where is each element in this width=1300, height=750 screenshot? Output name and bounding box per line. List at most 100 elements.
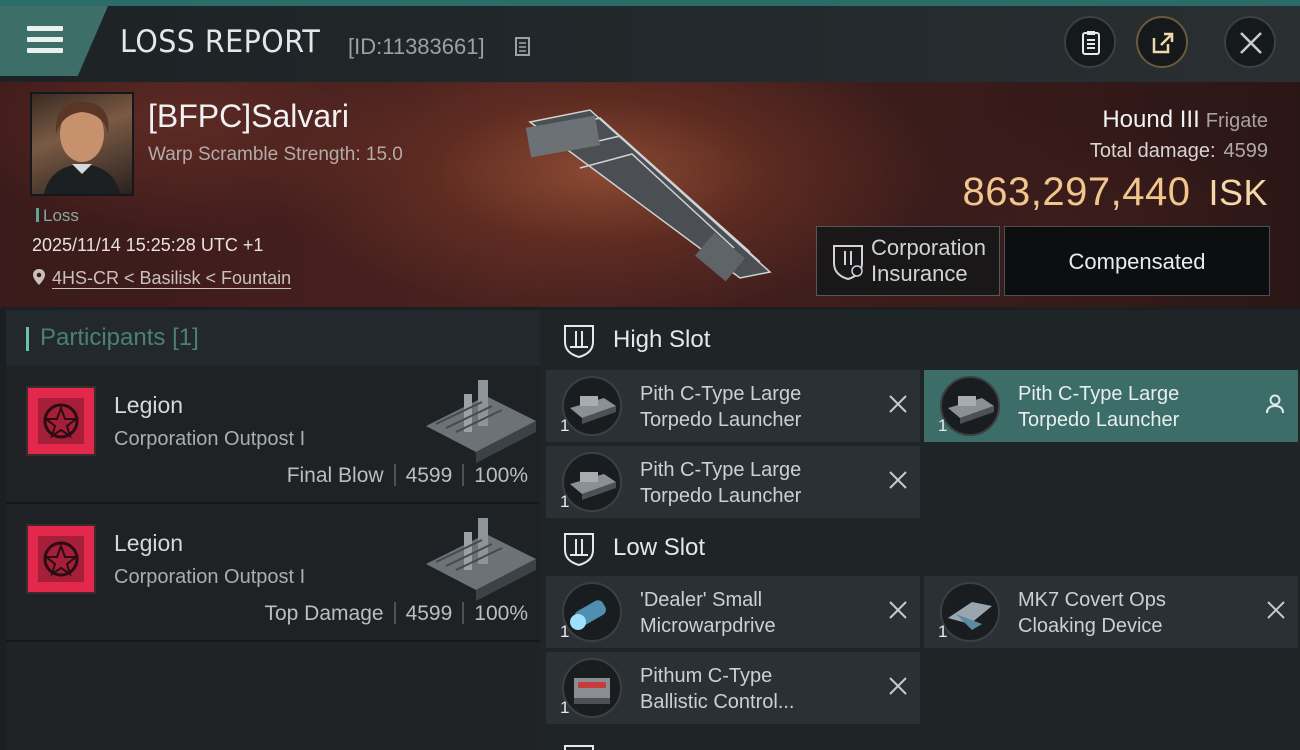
pilot-name[interactable]: [BFPC]Salvari <box>148 98 349 135</box>
report-id: [ID:11383661] <box>348 34 485 59</box>
location-pin-icon <box>33 269 45 285</box>
remove-x-icon <box>1267 601 1285 619</box>
module-item[interactable]: 1 Pith C-Type Large Torpedo Launcher <box>546 370 920 442</box>
participant-row[interactable]: Legion Corporation Outpost I Final Blow 4… <box>6 366 540 504</box>
participant-percent: 100% <box>474 602 528 625</box>
remove-x-icon <box>889 395 907 413</box>
module-name-line1: Pith C-Type Large <box>1018 383 1180 405</box>
high-slot-label: High Slot <box>613 326 711 353</box>
corp-logo-icon <box>26 524 96 594</box>
participant-name[interactable]: Legion <box>114 530 183 557</box>
participant-damage: 4599 <box>405 602 453 625</box>
module-item[interactable]: 1 'Dealer' Small Microwarpdrive <box>546 576 920 648</box>
menu-button[interactable] <box>0 6 108 76</box>
module-item[interactable]: 1 MK7 Covert Ops Cloaking Device <box>924 576 1298 648</box>
victim-banner: [BFPC]Salvari Warp Scramble Strength: 15… <box>0 82 1300 307</box>
next-slot-header-partial <box>540 730 1300 750</box>
insurance-line2: Insurance <box>871 261 968 286</box>
isk-amount: 863,297,440 <box>962 170 1191 214</box>
person-icon <box>1266 394 1284 414</box>
torpedo-launcher-icon <box>940 376 1000 436</box>
ship-name[interactable]: Hound III <box>1102 106 1199 133</box>
page-title: LOSS REPORT <box>120 24 321 60</box>
loss-location[interactable]: 4HS-CR < Basilisk < Fountain <box>32 268 291 289</box>
module-name-line1: 'Dealer' Small <box>640 589 763 611</box>
module-item-selected[interactable]: 1 Pith C-Type Large Torpedo Launcher <box>924 370 1298 442</box>
outpost-image <box>426 518 536 601</box>
low-slot-header: Low Slot <box>540 518 1300 578</box>
module-quantity: 1 <box>938 416 948 435</box>
fitting-panel: High Slot 1 Pith C-Type Large Torpedo Lau… <box>540 310 1300 750</box>
location-link[interactable]: 4HS-CR < Basilisk < Fountain <box>52 268 291 288</box>
close-icon <box>1240 32 1262 54</box>
participant-name[interactable]: Legion <box>114 392 183 419</box>
insurance-shield-icon <box>833 245 863 281</box>
participant-role: Final Blow <box>286 464 384 487</box>
high-slot-header: High Slot <box>540 310 1300 370</box>
isk-currency: ISK <box>1208 172 1268 213</box>
remove-x-icon <box>889 677 907 695</box>
module-name-line2: Torpedo Launcher <box>640 485 802 507</box>
close-button[interactable] <box>1224 16 1276 68</box>
participants-panel: Participants [1] Legion Corporation Outp… <box>6 310 540 750</box>
share-icon <box>1152 32 1174 54</box>
cloaking-device-icon <box>940 582 1000 642</box>
isk-value: 863,297,440 ISK <box>963 170 1268 215</box>
module-name-line1: Pith C-Type Large <box>640 459 802 481</box>
module-name-line2: Torpedo Launcher <box>640 409 802 431</box>
module-name-line1: Pith C-Type Large <box>640 383 802 405</box>
participant-percent: 100% <box>474 464 528 487</box>
compensated-status: Compensated <box>1004 226 1270 296</box>
participant-ship: Corporation Outpost I <box>114 428 306 450</box>
participant-stats: Top Damage 4599 100% <box>264 602 528 626</box>
total-damage-value: 4599 <box>1223 140 1269 162</box>
slot-shield-icon <box>564 325 594 359</box>
participants-count: [1] <box>172 324 199 351</box>
participant-ship: Corporation Outpost I <box>114 566 306 588</box>
insurance-line1: Corporation <box>871 235 986 260</box>
loss-timestamp: 2025/11/14 15:25:28 UTC +1 <box>32 235 264 255</box>
participant-damage: 4599 <box>405 464 453 487</box>
module-name-line1: Pithum C-Type <box>640 665 773 687</box>
module-quantity: 1 <box>560 698 570 717</box>
ship-render <box>525 109 772 282</box>
loss-status: Loss <box>36 206 79 226</box>
module-item[interactable]: 1 Pithum C-Type Ballistic Control... <box>546 652 920 724</box>
pilot-portrait[interactable] <box>30 92 134 196</box>
microwarpdrive-icon <box>562 582 622 642</box>
ballistic-control-icon <box>562 658 622 718</box>
participants-header: Participants [1] <box>6 310 540 366</box>
module-quantity: 1 <box>938 622 948 641</box>
module-quantity: 1 <box>560 622 570 641</box>
total-damage-label: Total damage: <box>1089 140 1216 162</box>
participant-stats: Final Blow 4599 100% <box>287 464 528 488</box>
menu-icon <box>27 26 63 54</box>
clipboard-icon <box>1082 31 1100 55</box>
module-item[interactable]: 1 Pith C-Type Large Torpedo Launcher <box>546 446 920 518</box>
module-name-line2: Torpedo Launcher <box>1018 409 1180 431</box>
participants-label: Participants <box>40 324 166 351</box>
participant-row[interactable]: Legion Corporation Outpost I Top Damage 4… <box>6 504 540 642</box>
corporation-insurance-button[interactable]: Corporation Insurance <box>816 226 1000 296</box>
total-damage: Total damage: 4599 <box>1090 140 1268 163</box>
header-bar: LOSS REPORT [ID:11383661] <box>0 6 1300 82</box>
warp-scramble-strength: Warp Scramble Strength: 15.0 <box>148 144 403 165</box>
outpost-image <box>426 380 536 463</box>
ship-class: Frigate <box>1205 110 1268 132</box>
slot-shield-icon <box>564 533 594 567</box>
corp-logo-icon <box>26 386 96 456</box>
module-name-line1: MK7 Covert Ops <box>1018 589 1166 611</box>
remove-x-icon <box>889 601 907 619</box>
low-slot-label: Low Slot <box>613 534 706 561</box>
copy-icon[interactable] <box>515 37 531 57</box>
module-name-line2: Cloaking Device <box>1018 615 1163 637</box>
participant-role: Top Damage <box>264 602 384 625</box>
module-name-line2: Microwarpdrive <box>640 615 776 637</box>
share-button[interactable] <box>1136 16 1188 68</box>
remove-x-icon <box>889 471 907 489</box>
slot-shield-icon <box>564 745 594 750</box>
module-quantity: 1 <box>560 416 570 435</box>
module-name-line2: Ballistic Control... <box>640 691 795 713</box>
torpedo-launcher-icon <box>562 452 622 512</box>
clipboard-button[interactable] <box>1064 16 1116 68</box>
